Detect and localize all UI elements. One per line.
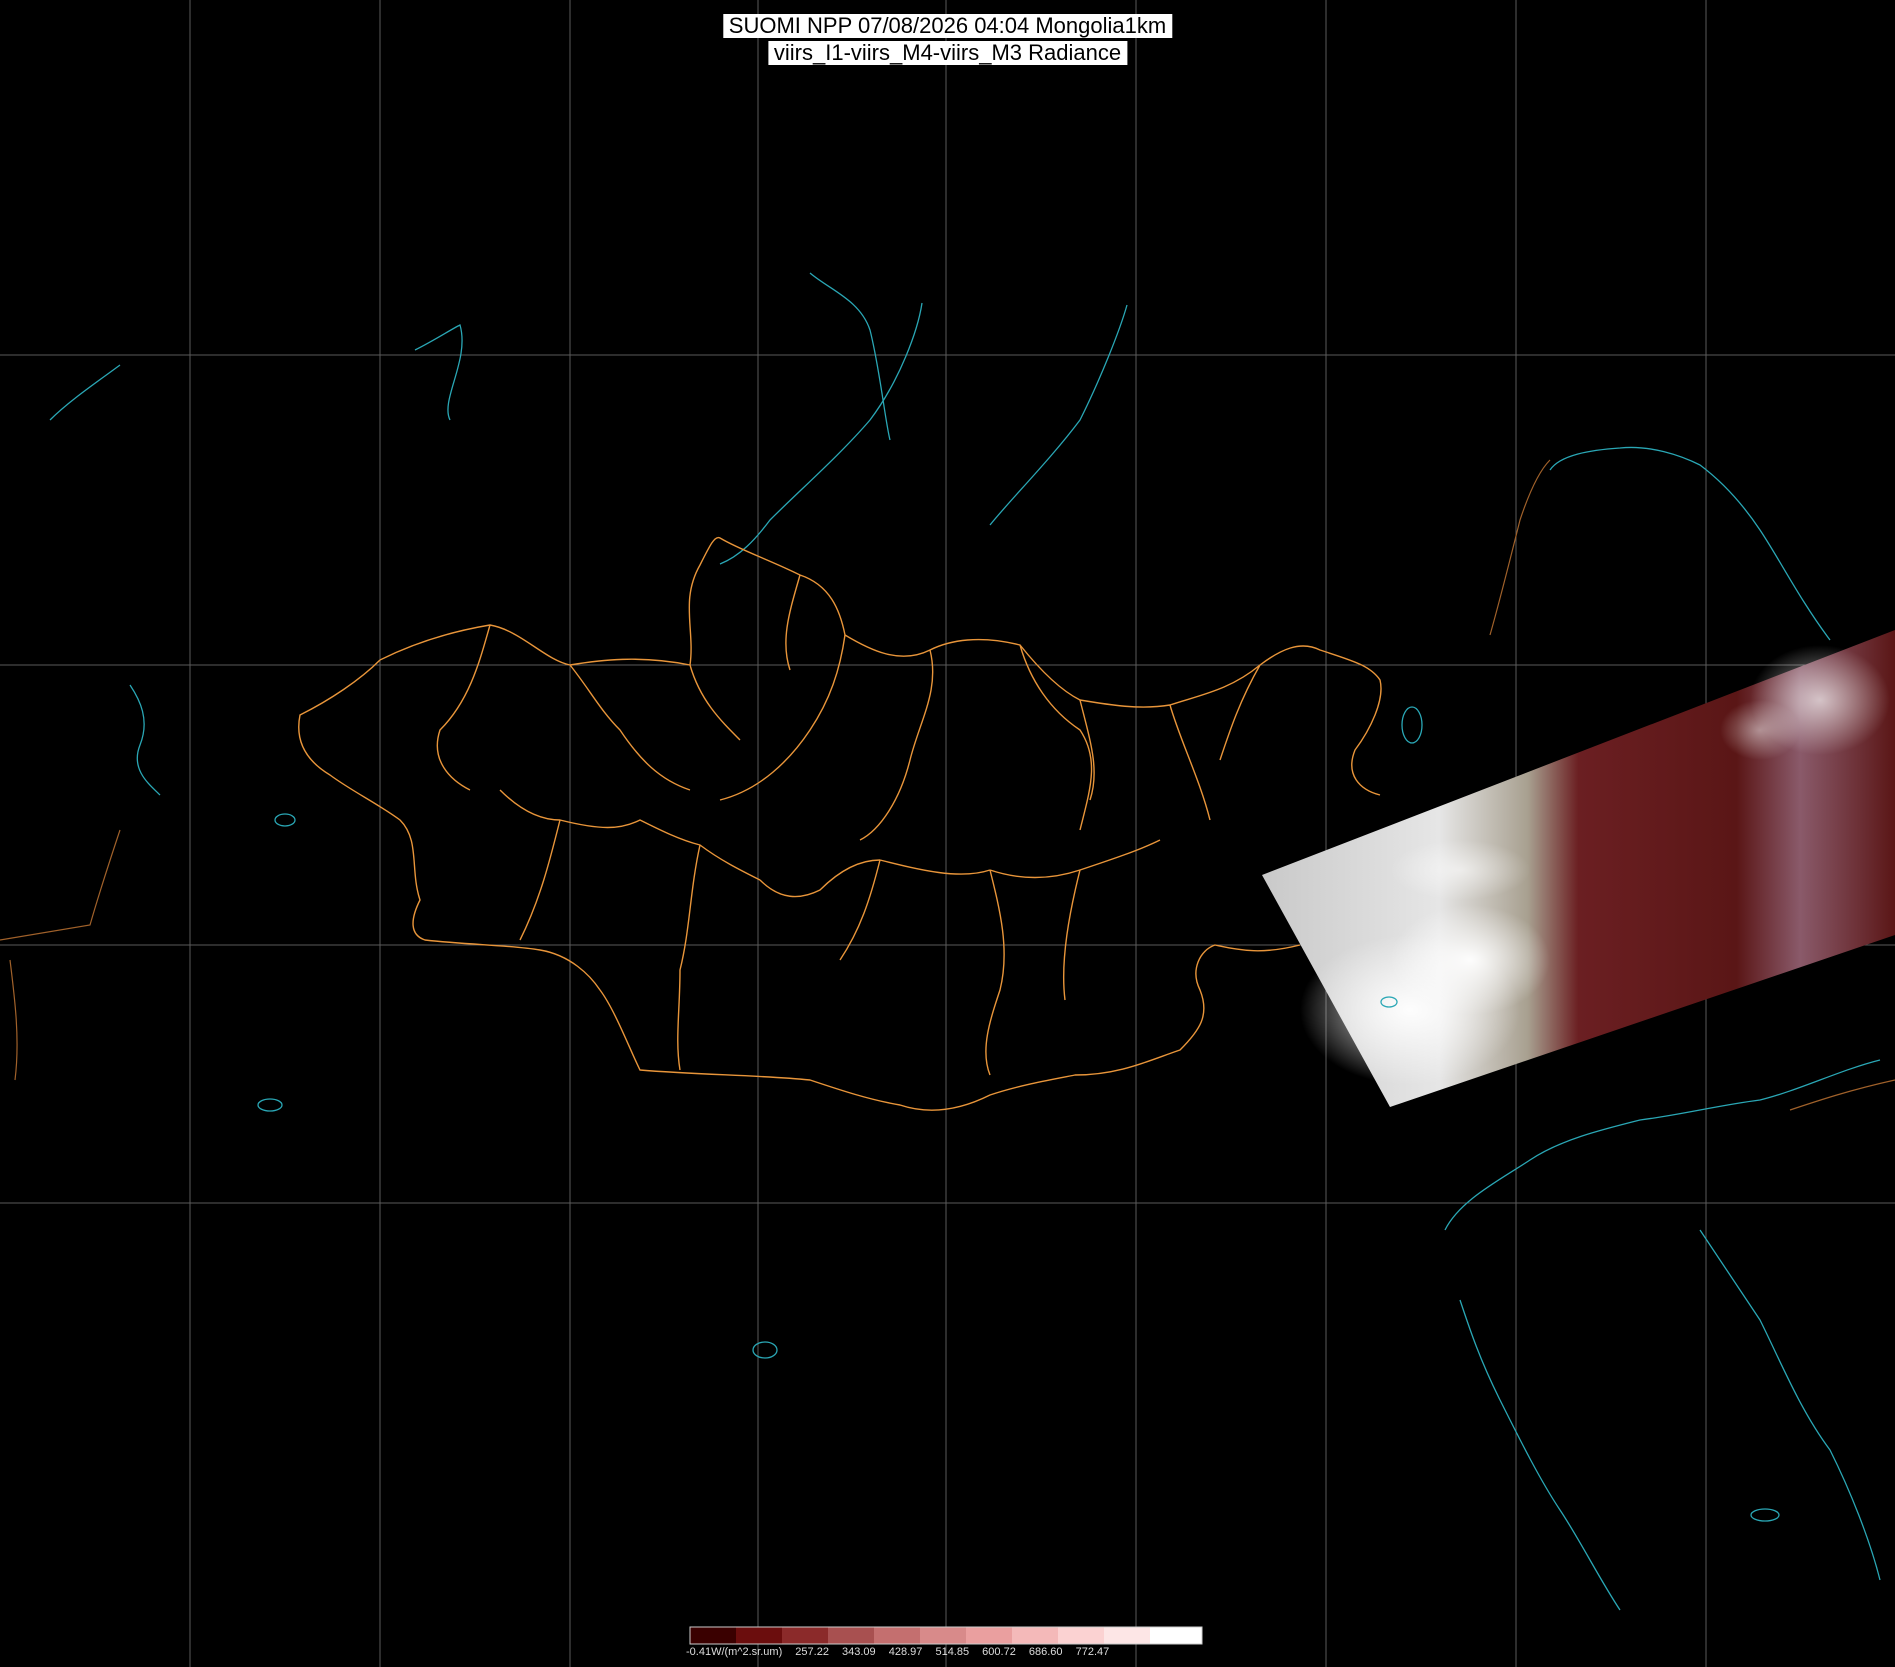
map-canvas (0, 0, 1895, 1667)
legend-label-2: 343.09 (842, 1646, 876, 1658)
legend-bar (689, 1626, 1203, 1645)
legend-label-0: -0.41W/(m^2.sr.um) (686, 1646, 783, 1658)
legend-label-4: 514.85 (935, 1646, 970, 1658)
legend-label-1: 257.22 (795, 1646, 829, 1658)
map-title-line2: viirs_I1-viirs_M4-viirs_M3 Radiance (767, 41, 1128, 65)
legend-labels: -0.41W/(m^2.sr.um) 257.22 343.09 428.97 … (686, 1646, 1216, 1658)
legend (689, 1626, 1203, 1645)
legend-label-5: 600.72 (982, 1646, 1016, 1658)
legend-label-6: 686.60 (1028, 1646, 1063, 1658)
legend-label-7: 772.47 (1075, 1646, 1110, 1658)
legend-label-3: 428.97 (888, 1646, 923, 1658)
map-title-line1: SUOMI NPP 07/08/2026 04:04 Mongolia1km (722, 14, 1173, 38)
